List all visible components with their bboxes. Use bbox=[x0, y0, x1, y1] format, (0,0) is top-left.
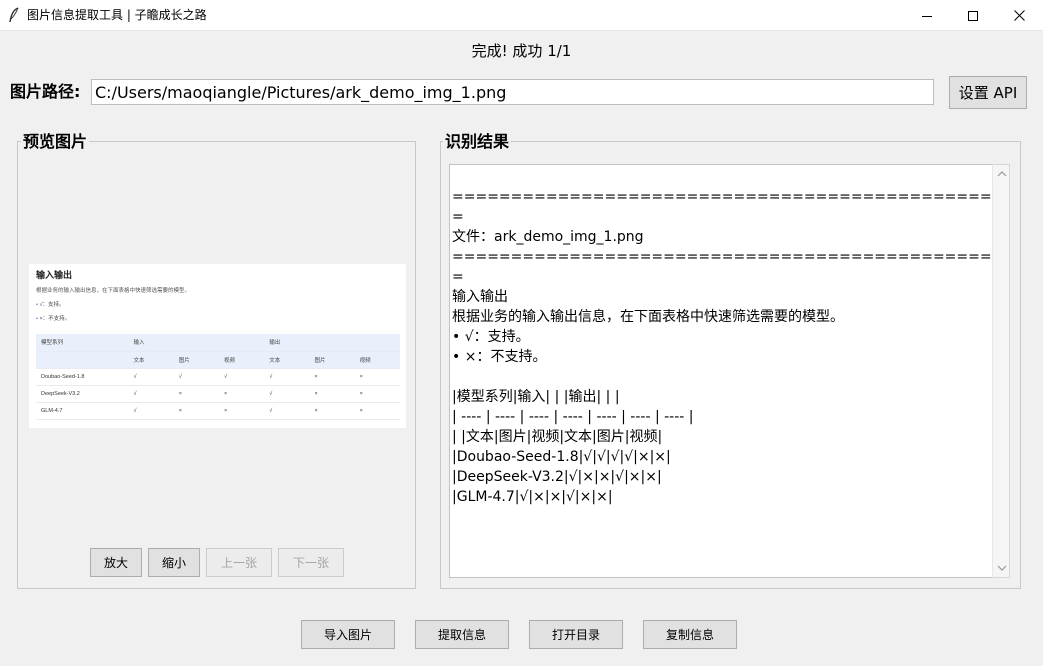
result-line: = bbox=[452, 269, 464, 285]
result-line: |DeepSeek-V3.2|√|×|×|√|×|×| bbox=[452, 469, 662, 485]
result-title: 识别结果 bbox=[443, 132, 512, 152]
chevron-down-icon[interactable] bbox=[996, 563, 1008, 573]
minimize-icon bbox=[922, 15, 932, 17]
preview-image-subtitle: 根据业务的输入输出信息，在下面表格中快速筛选需要的模型。 bbox=[36, 288, 191, 294]
preview-image-bullet: • √：支持。 bbox=[36, 302, 65, 308]
result-line: ========================================… bbox=[452, 189, 993, 205]
result-line: • ×：不支持。 bbox=[452, 349, 547, 365]
set-api-button[interactable]: 设置 API bbox=[949, 76, 1027, 109]
result-line: |Doubao-Seed-1.8|√|√|√|√|×|×| bbox=[452, 449, 671, 465]
maximize-button[interactable] bbox=[950, 0, 996, 31]
table-row: 模型系列 输入 输出 bbox=[36, 334, 400, 352]
prev-image-button[interactable]: 上一张 bbox=[206, 548, 272, 577]
preview-image: 输入输出 根据业务的输入输出信息，在下面表格中快速筛选需要的模型。 • √：支持… bbox=[29, 264, 406, 428]
path-input[interactable] bbox=[91, 79, 934, 105]
next-image-button[interactable]: 下一张 bbox=[278, 548, 344, 577]
table-row: GLM-4.7 √ × × √ × × bbox=[36, 402, 400, 420]
result-line: 根据业务的输入输出信息，在下面表格中快速筛选需要的模型。 bbox=[452, 309, 844, 325]
preview-image-table: 模型系列 输入 输出 文本 图片 视频 文本 图片 视频 Doubao-Seed… bbox=[36, 334, 400, 420]
minimize-button[interactable] bbox=[904, 0, 950, 31]
result-scrollbar[interactable] bbox=[992, 164, 1010, 578]
close-icon bbox=[1013, 10, 1025, 21]
chevron-up-icon[interactable] bbox=[996, 169, 1008, 179]
preview-title: 预览图片 bbox=[21, 132, 90, 152]
result-line: | |文本|图片|视频|文本|图片|视频| bbox=[452, 429, 663, 445]
result-line: |模型系列|输入| | |输出| | | bbox=[452, 389, 620, 405]
result-line: 文件：ark_demo_img_1.png bbox=[452, 229, 644, 245]
preview-image-bullet: • ×：不支持。 bbox=[36, 316, 71, 322]
result-line: ========================================… bbox=[452, 249, 993, 265]
result-line: • √：支持。 bbox=[452, 329, 530, 345]
table-row: 文本 图片 视频 文本 图片 视频 bbox=[36, 351, 400, 369]
result-line: = bbox=[452, 209, 464, 225]
result-textarea[interactable]: ========================================… bbox=[449, 164, 993, 578]
import-image-button[interactable]: 导入图片 bbox=[301, 620, 395, 649]
result-line: |GLM-4.7|√|×|×|√|×|×| bbox=[452, 489, 613, 505]
preview-image-heading: 输入输出 bbox=[36, 270, 73, 280]
table-row: Doubao-Seed-1.8 √ √ √ √ × × bbox=[36, 368, 400, 386]
close-button[interactable] bbox=[996, 0, 1042, 31]
open-directory-button[interactable]: 打开目录 bbox=[529, 620, 623, 649]
zoom-out-button[interactable]: 缩小 bbox=[148, 548, 200, 577]
table-row: DeepSeek-V3.2 √ × × √ × × bbox=[36, 385, 400, 403]
status-text: 完成! 成功 1/1 bbox=[471, 42, 572, 60]
result-line: | ---- | ---- | ---- | ---- | ---- | ---… bbox=[452, 409, 694, 425]
title-bar: 图片信息提取工具 | 子瞻成长之路 bbox=[0, 0, 1043, 31]
window-title: 图片信息提取工具 | 子瞻成长之路 bbox=[27, 8, 207, 22]
copy-info-button[interactable]: 复制信息 bbox=[643, 620, 737, 649]
result-line: 输入输出 bbox=[452, 289, 508, 305]
zoom-in-button[interactable]: 放大 bbox=[90, 548, 142, 577]
maximize-icon bbox=[968, 10, 978, 21]
path-label: 图片路径: bbox=[10, 82, 81, 101]
extract-info-button[interactable]: 提取信息 bbox=[415, 620, 509, 649]
feather-icon bbox=[9, 7, 19, 23]
